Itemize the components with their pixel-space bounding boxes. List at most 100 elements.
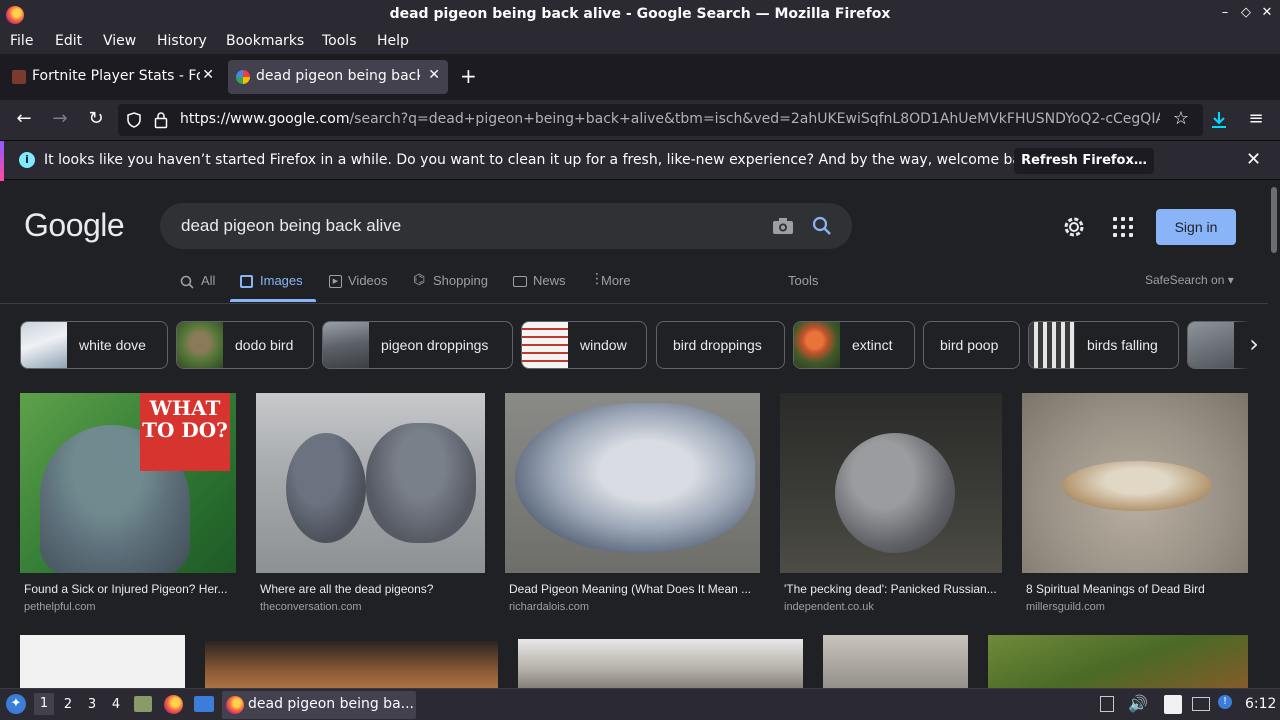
scrollbar-thumb[interactable] bbox=[1271, 187, 1277, 253]
chip-window[interactable]: window bbox=[521, 321, 647, 369]
chip-thumbnail bbox=[21, 322, 67, 368]
result-source[interactable]: pethelpful.com bbox=[24, 601, 234, 613]
sign-in-button[interactable]: Sign in bbox=[1156, 209, 1236, 245]
google-apps-icon[interactable] bbox=[1113, 217, 1133, 237]
google-favicon-icon bbox=[236, 70, 250, 84]
result-source[interactable]: independent.co.uk bbox=[784, 601, 1000, 613]
url-text[interactable]: https://www.google.com/search?q=dead+pig… bbox=[180, 111, 1160, 127]
chip-label: dodo bird bbox=[235, 337, 294, 353]
tag-icon: ⌬ bbox=[413, 272, 426, 288]
result-title[interactable]: Where are all the dead pigeons? bbox=[260, 582, 484, 596]
safesearch-toggle[interactable]: SafeSearch on ▾ bbox=[1145, 273, 1234, 287]
hamburger-menu-icon[interactable]: ≡ bbox=[1244, 108, 1268, 129]
refresh-firefox-button[interactable]: Refresh Firefox… bbox=[1014, 148, 1154, 174]
firefox-launcher-icon[interactable] bbox=[164, 695, 183, 714]
workspace-2[interactable]: 2 bbox=[58, 697, 78, 712]
result-source[interactable]: millersguild.com bbox=[1026, 601, 1246, 613]
result-title[interactable]: Found a Sick or Injured Pigeon? Her... bbox=[24, 582, 234, 596]
result-image[interactable] bbox=[505, 393, 760, 573]
chip-birds-falling[interactable]: birds falling bbox=[1028, 321, 1179, 369]
menu-file[interactable]: File bbox=[10, 33, 33, 49]
tab-fortnite-stats[interactable]: Fortnite Player Stats - Fo ✕ bbox=[4, 60, 222, 94]
clipboard-icon[interactable] bbox=[1100, 696, 1114, 712]
menu-history[interactable]: History bbox=[157, 33, 207, 49]
close-tab-icon[interactable]: ✕ bbox=[202, 67, 214, 83]
desktop-icon[interactable] bbox=[194, 696, 214, 712]
tab-shopping[interactable]: Shopping bbox=[433, 273, 488, 288]
chip-dodo-bird[interactable]: dodo bird bbox=[176, 321, 314, 369]
close-notification-icon[interactable]: ✕ bbox=[1246, 149, 1261, 170]
workspace-3[interactable]: 3 bbox=[82, 697, 102, 712]
search-icon bbox=[180, 275, 194, 289]
chip-label: birds falling bbox=[1087, 337, 1158, 353]
result-image[interactable] bbox=[20, 635, 185, 688]
notification-icon[interactable]: ! bbox=[1218, 695, 1232, 709]
back-icon[interactable]: ← bbox=[12, 108, 36, 129]
network-icon[interactable] bbox=[1192, 697, 1210, 711]
close-tab-icon[interactable]: ✕ bbox=[428, 67, 440, 83]
camera-icon[interactable] bbox=[772, 217, 794, 235]
page-scrollbar[interactable] bbox=[1268, 181, 1280, 688]
tab-news[interactable]: News bbox=[533, 273, 566, 288]
chip-extinct[interactable]: extinct bbox=[793, 321, 915, 369]
result-image[interactable] bbox=[823, 635, 968, 688]
settings-gear-icon[interactable] bbox=[1062, 215, 1086, 239]
os-taskbar: ✦ 1 2 3 4 dead pigeon being ba... 🔊 ! 6:… bbox=[0, 688, 1280, 720]
bookmark-star-icon[interactable]: ☆ bbox=[1169, 108, 1193, 129]
result-title[interactable]: 8 Spiritual Meanings of Dead Bird bbox=[1026, 582, 1246, 596]
reload-icon[interactable]: ↻ bbox=[84, 108, 108, 129]
chip-bird-droppings[interactable]: bird droppings bbox=[656, 321, 785, 369]
tab-label: Fortnite Player Stats - Fo bbox=[32, 68, 200, 84]
result-image[interactable] bbox=[1022, 393, 1248, 573]
result-image[interactable]: WHAT TO DO? bbox=[20, 393, 236, 573]
chevron-right-icon[interactable]: › bbox=[1234, 321, 1268, 369]
lock-icon[interactable] bbox=[154, 111, 168, 129]
volume-icon[interactable]: 🔊 bbox=[1128, 694, 1148, 713]
shield-icon[interactable] bbox=[126, 112, 142, 128]
menu-help[interactable]: Help bbox=[377, 33, 409, 49]
taskbar-window-label: dead pigeon being ba... bbox=[248, 696, 414, 712]
tab-videos[interactable]: Videos bbox=[348, 273, 388, 288]
menu-view[interactable]: View bbox=[103, 33, 136, 49]
tools-button[interactable]: Tools bbox=[788, 273, 818, 288]
tab-images[interactable]: Images bbox=[260, 273, 303, 288]
forward-icon[interactable]: → bbox=[48, 108, 72, 129]
result-image[interactable] bbox=[205, 641, 498, 688]
address-bar[interactable]: https://www.google.com/search?q=dead+pig… bbox=[118, 104, 1203, 136]
active-tab-indicator bbox=[230, 299, 316, 302]
chip-pigeon-droppings[interactable]: pigeon droppings bbox=[322, 321, 513, 369]
result-title[interactable]: Dead Pigeon Meaning (What Does It Mean .… bbox=[509, 582, 759, 596]
notes-icon[interactable] bbox=[1164, 695, 1182, 714]
chip-white-dove[interactable]: white dove bbox=[20, 321, 168, 369]
result-source[interactable]: theconversation.com bbox=[260, 601, 484, 613]
pigeon-shape bbox=[835, 433, 955, 553]
result-title[interactable]: 'The pecking dead': Panicked Russian... bbox=[784, 582, 1000, 596]
chip-bird-poop[interactable]: bird poop bbox=[923, 321, 1020, 369]
result-image[interactable] bbox=[518, 639, 803, 688]
menu-edit[interactable]: Edit bbox=[55, 33, 82, 49]
restore-icon[interactable]: ◇ bbox=[1237, 5, 1255, 20]
new-tab-icon[interactable]: + bbox=[460, 64, 477, 88]
result-image[interactable] bbox=[988, 635, 1248, 688]
result-image[interactable] bbox=[780, 393, 1002, 573]
minimize-icon[interactable]: – bbox=[1216, 5, 1234, 20]
result-image[interactable] bbox=[256, 393, 485, 573]
download-icon[interactable] bbox=[1210, 110, 1228, 130]
tab-more[interactable]: More bbox=[601, 273, 631, 288]
file-manager-icon[interactable] bbox=[134, 696, 152, 712]
result-source[interactable]: richardalois.com bbox=[509, 601, 759, 613]
start-menu-icon[interactable]: ✦ bbox=[6, 694, 26, 714]
workspace-4[interactable]: 4 bbox=[106, 697, 126, 712]
google-logo[interactable]: Google bbox=[24, 207, 125, 244]
menu-tools[interactable]: Tools bbox=[322, 33, 357, 49]
search-icon[interactable] bbox=[812, 216, 832, 236]
search-input[interactable]: dead pigeon being back alive bbox=[181, 216, 401, 236]
workspace-1[interactable]: 1 bbox=[34, 693, 54, 715]
taskbar-window-firefox[interactable]: dead pigeon being ba... bbox=[222, 691, 416, 719]
search-box[interactable]: dead pigeon being back alive bbox=[160, 203, 852, 249]
close-window-icon[interactable]: ✕ bbox=[1258, 5, 1276, 20]
tab-google-search[interactable]: dead pigeon being back ✕ bbox=[228, 60, 448, 94]
menu-bookmarks[interactable]: Bookmarks bbox=[226, 33, 304, 49]
chip-label: window bbox=[580, 337, 627, 353]
tab-all[interactable]: All bbox=[201, 273, 215, 288]
